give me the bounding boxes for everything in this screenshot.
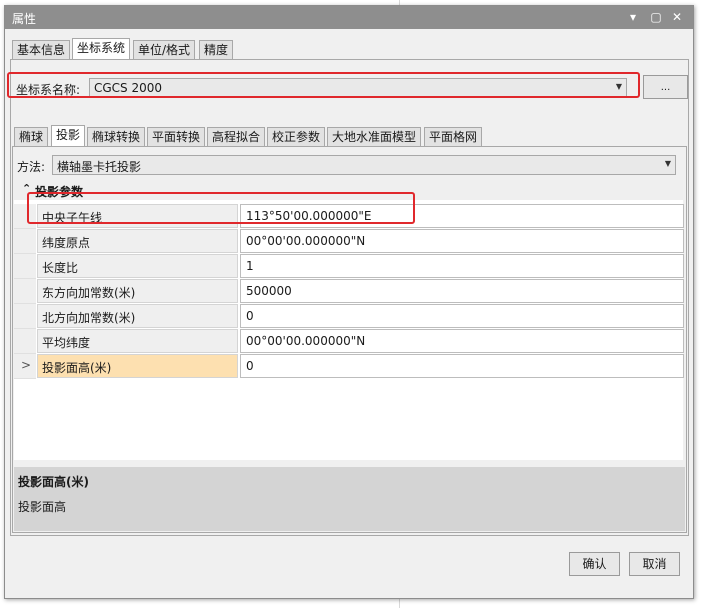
param-name: 长度比 [37, 254, 238, 278]
description-title: 投影面高(米) [18, 475, 89, 489]
window-title: 属性 [12, 12, 37, 26]
tab-unit-format[interactable]: 单位/格式 [133, 40, 196, 60]
method-value: 横轴墨卡托投影 [57, 160, 142, 174]
sub-tab-label: 椭球 [19, 130, 44, 144]
method-dropdown[interactable]: 横轴墨卡托投影 ▼ [52, 155, 676, 175]
highlight-cs-name [7, 72, 640, 98]
sub-tab-plane-grid[interactable]: 平面格网 [424, 127, 483, 147]
param-name: 北方向加常数(米) [37, 304, 238, 328]
highlight-central-meridian [27, 192, 415, 224]
sub-tab-label: 平面格网 [429, 130, 478, 144]
tab-basic-info[interactable]: 基本信息 [12, 40, 71, 60]
tab-label: 精度 [204, 43, 229, 57]
row-indicator [14, 329, 36, 354]
sub-tab-correction-params[interactable]: 校正参数 [267, 127, 326, 147]
sub-tab-ellipsoid[interactable]: 椭球 [14, 127, 49, 147]
description-panel: 投影面高(米) 投影面高 [14, 467, 685, 531]
method-label: 方法: [17, 160, 46, 174]
sub-tab-label: 校正参数 [272, 130, 321, 144]
sub-tab-height-fitting[interactable]: 高程拟合 [207, 127, 266, 147]
param-name: 投影面高(米) [37, 354, 238, 378]
sub-tab-label: 平面转换 [152, 130, 201, 144]
confirm-button[interactable]: 确认 [569, 552, 620, 576]
chevron-right-icon: > [21, 358, 32, 372]
sub-tab-projection[interactable]: 投影 [51, 125, 86, 147]
param-value-input[interactable]: 1 [240, 254, 684, 278]
dropdown-arrow-icon: ▼ [664, 159, 671, 168]
restore-icon[interactable]: ▢ [648, 9, 664, 25]
tab-label: 坐标系统 [77, 41, 126, 55]
title-bar: 属性 ▾ ▢ ✕ [5, 6, 693, 29]
param-name: 平均纬度 [37, 329, 238, 353]
param-value-input[interactable]: 500000 [240, 279, 684, 303]
cancel-button[interactable]: 取消 [629, 552, 680, 576]
tab-precision[interactable]: 精度 [199, 40, 234, 60]
tab-coordinate-system[interactable]: 坐标系统 [72, 38, 131, 60]
param-value-input[interactable]: 0 [240, 304, 684, 328]
sub-tab-label: 大地水准面模型 [332, 130, 417, 144]
sub-tab-plane-transform[interactable]: 平面转换 [147, 127, 206, 147]
close-icon[interactable]: ✕ [669, 9, 685, 25]
sub-tab-geoid-model[interactable]: 大地水准面模型 [327, 127, 422, 147]
param-value-input[interactable]: 0 [240, 354, 684, 378]
background-divider-bottom [399, 599, 400, 608]
row-indicator [14, 254, 36, 279]
tab-label: 单位/格式 [138, 43, 191, 57]
description-text: 投影面高 [18, 500, 67, 514]
sub-tab-label: 椭球转换 [92, 130, 141, 144]
coordinate-system-panel: 坐标系名称: CGCS 2000 ▼ ... 椭球 投影 椭球转换 平面转换 高… [10, 59, 689, 536]
pin-icon[interactable]: ▾ [625, 9, 641, 25]
tab-label: 基本信息 [17, 43, 66, 57]
row-indicator [14, 304, 36, 329]
param-name: 纬度原点 [37, 229, 238, 253]
param-value-input[interactable]: 00°00'00.000000"N [240, 229, 684, 253]
row-indicator: > [14, 354, 36, 379]
row-indicator [14, 279, 36, 304]
param-name: 东方向加常数(米) [37, 279, 238, 303]
param-value-input[interactable]: 00°00'00.000000"N [240, 329, 684, 353]
sub-tab-label: 高程拟合 [212, 130, 261, 144]
row-indicator [14, 229, 36, 254]
cs-browse-button[interactable]: ... [643, 75, 688, 99]
sub-tab-ellipsoid-transform[interactable]: 椭球转换 [87, 127, 146, 147]
sub-tab-label: 投影 [56, 128, 81, 142]
